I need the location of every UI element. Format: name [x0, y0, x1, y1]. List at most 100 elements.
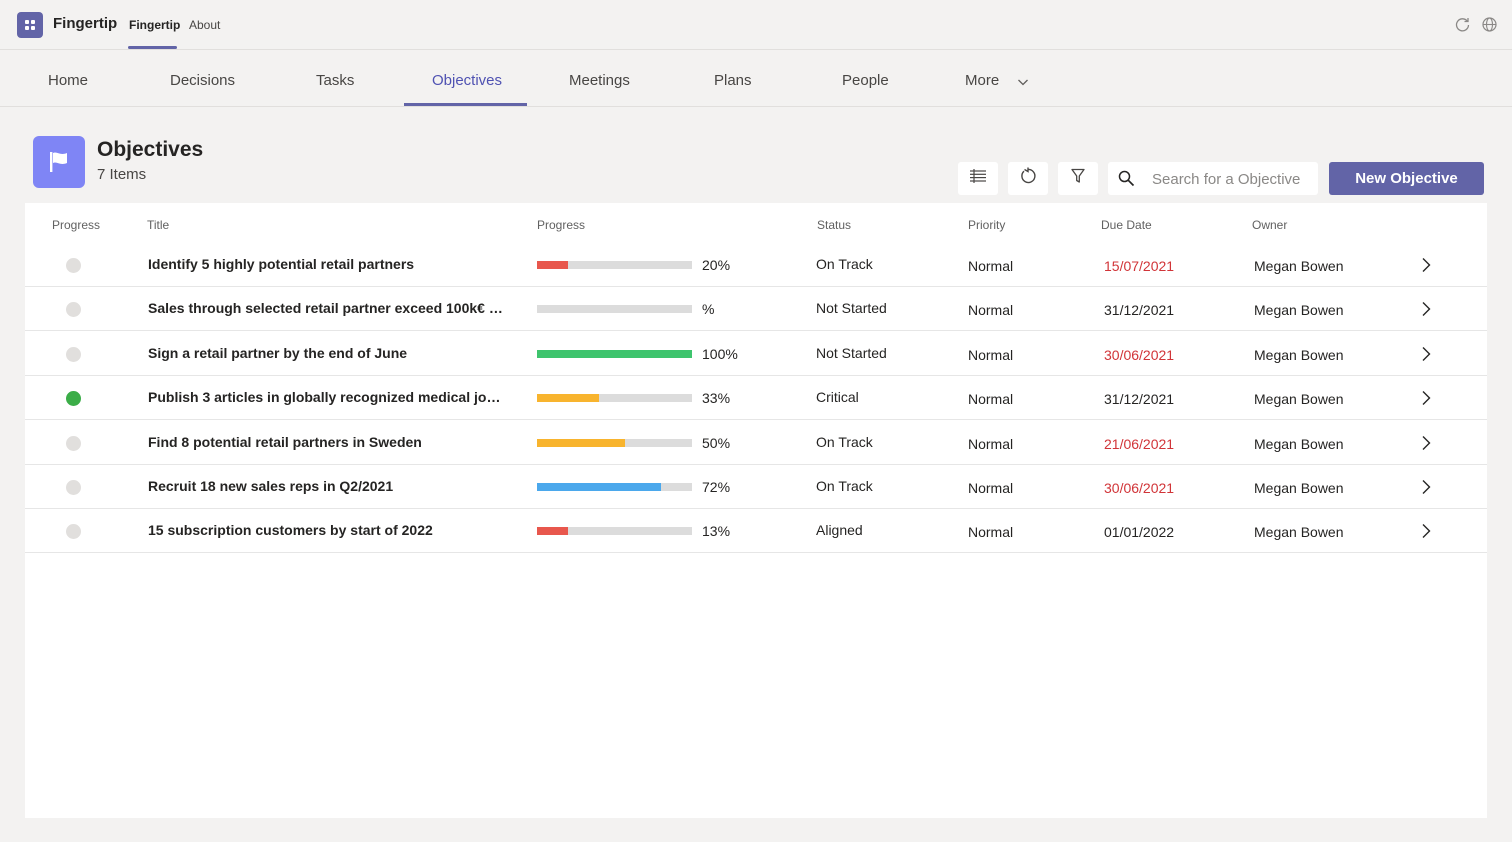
nav-plans[interactable]: Plans [714, 72, 752, 89]
progress-bar-fill [537, 349, 692, 358]
completion-indicator[interactable] [66, 302, 81, 318]
search-icon [1118, 170, 1135, 187]
app-grid-icon[interactable] [17, 12, 43, 38]
filter-button[interactable] [1058, 162, 1098, 195]
header-status[interactable]: Status [817, 218, 851, 232]
owner-name: Megan Bowen [1254, 480, 1344, 496]
refresh-icon[interactable] [1454, 16, 1471, 33]
progress-bar-fill [537, 527, 568, 536]
nav-decisions[interactable]: Decisions [170, 72, 235, 89]
chevron-right-icon[interactable] [1420, 390, 1432, 406]
owner-name: Megan Bowen [1254, 302, 1344, 319]
priority-text: Normal [968, 346, 1014, 363]
table-row[interactable]: Sign a retail partner by the end of June… [25, 332, 1487, 376]
progress-bar-fill [537, 261, 568, 269]
progress-bar-fill [537, 394, 599, 403]
item-count: 7 Items [97, 166, 147, 183]
header-progress-indicator[interactable]: Progress [52, 218, 100, 232]
objective-title[interactable]: Publish 3 articles in globally recognize… [148, 389, 508, 405]
due-date: 31/12/2021 [1104, 302, 1175, 319]
refresh-button[interactable] [1008, 162, 1048, 195]
objective-title[interactable]: Sales through selected retail partner ex… [148, 300, 508, 316]
owner-name: Megan Bowen [1254, 391, 1344, 408]
nav-tasks[interactable]: Tasks [316, 72, 354, 89]
status-text: On Track [816, 478, 873, 494]
progress-bar [537, 305, 692, 314]
status-text: Aligned [816, 522, 863, 539]
progress-percent: 33% [702, 390, 731, 407]
chevron-right-icon[interactable] [1420, 346, 1432, 362]
completion-indicator[interactable] [66, 391, 81, 407]
priority-text: Normal [968, 435, 1014, 452]
progress-bar [537, 349, 692, 358]
search-input[interactable] [1152, 168, 1312, 190]
objective-title[interactable]: Identify 5 highly potential retail partn… [148, 256, 508, 272]
nav-meetings[interactable]: Meetings [569, 72, 630, 89]
nav-active-underline [404, 103, 527, 106]
completion-indicator[interactable] [66, 435, 81, 451]
chevron-right-icon[interactable] [1420, 479, 1432, 495]
completion-indicator[interactable] [66, 524, 81, 540]
priority-text: Normal [968, 480, 1014, 496]
chevron-right-icon[interactable] [1420, 523, 1432, 539]
progress-percent: % [702, 301, 715, 318]
table-row[interactable]: Publish 3 articles in globally recognize… [25, 376, 1487, 421]
main-nav: Home Decisions Tasks Objectives Meetings… [0, 50, 1512, 107]
progress-bar [537, 527, 692, 536]
header-priority[interactable]: Priority [968, 218, 1005, 232]
flag-icon [33, 136, 85, 188]
header-due-date[interactable]: Due Date [1101, 218, 1152, 232]
due-date: 31/12/2021 [1104, 391, 1175, 408]
globe-icon[interactable] [1481, 16, 1498, 33]
chevron-down-icon[interactable] [1017, 75, 1029, 87]
due-date: 15/07/2021 [1104, 258, 1175, 274]
search-box[interactable] [1108, 162, 1318, 195]
list-view-icon [970, 169, 986, 188]
chevron-right-icon[interactable] [1420, 435, 1432, 451]
nav-more[interactable]: More [965, 72, 999, 89]
completion-indicator[interactable] [66, 480, 81, 495]
progress-bar [537, 483, 692, 491]
app-name: Fingertip [53, 15, 118, 32]
list-view-button[interactable] [958, 162, 998, 195]
status-text: On Track [816, 433, 873, 450]
due-date: 30/06/2021 [1104, 346, 1175, 363]
header-owner[interactable]: Owner [1252, 218, 1287, 232]
due-date: 01/01/2022 [1104, 524, 1175, 541]
table-row[interactable]: Recruit 18 new sales reps in Q2/2021 72% O… [25, 465, 1487, 509]
header-title[interactable]: Title [147, 218, 169, 232]
nav-people[interactable]: People [842, 72, 889, 89]
objective-title[interactable]: Sign a retail partner by the end of June [148, 345, 508, 361]
table-row[interactable]: Find 8 potential retail partners in Swed… [25, 421, 1487, 465]
owner-name: Megan Bowen [1254, 435, 1344, 452]
chevron-right-icon[interactable] [1420, 257, 1432, 273]
completion-indicator[interactable] [66, 258, 81, 273]
objective-title[interactable]: 15 subscription customers by start of 20… [148, 522, 508, 538]
progress-percent: 13% [702, 523, 731, 540]
objective-title[interactable]: Recruit 18 new sales reps in Q2/2021 [148, 478, 508, 494]
filter-icon [1071, 168, 1085, 189]
priority-text: Normal [968, 258, 1014, 274]
priority-text: Normal [968, 391, 1014, 408]
progress-percent: 72% [702, 479, 731, 495]
header-progress[interactable]: Progress [537, 218, 585, 232]
status-text: Not Started [816, 300, 887, 317]
objectives-table: Progress Title Progress Status Priority … [25, 203, 1487, 818]
progress-bar-fill [537, 483, 661, 491]
table-row[interactable]: Sales through selected retail partner ex… [25, 287, 1487, 332]
progress-bar [537, 438, 692, 447]
completion-indicator[interactable] [66, 346, 81, 362]
app-tab-fingertip[interactable]: Fingertip [129, 18, 180, 32]
app-tab-about[interactable]: About [189, 18, 220, 32]
nav-home[interactable]: Home [48, 72, 88, 89]
progress-bar [537, 261, 692, 269]
chevron-right-icon[interactable] [1420, 301, 1432, 317]
objective-title[interactable]: Find 8 potential retail partners in Swed… [148, 434, 508, 450]
table-row[interactable]: 15 subscription customers by start of 20… [25, 509, 1487, 554]
progress-percent: 100% [702, 345, 738, 362]
table-row[interactable]: Identify 5 highly potential retail partn… [25, 243, 1487, 287]
owner-name: Megan Bowen [1254, 346, 1344, 363]
page-title: Objectives [97, 138, 204, 161]
nav-objectives[interactable]: Objectives [432, 72, 502, 89]
new-objective-button[interactable]: New Objective [1329, 162, 1484, 195]
